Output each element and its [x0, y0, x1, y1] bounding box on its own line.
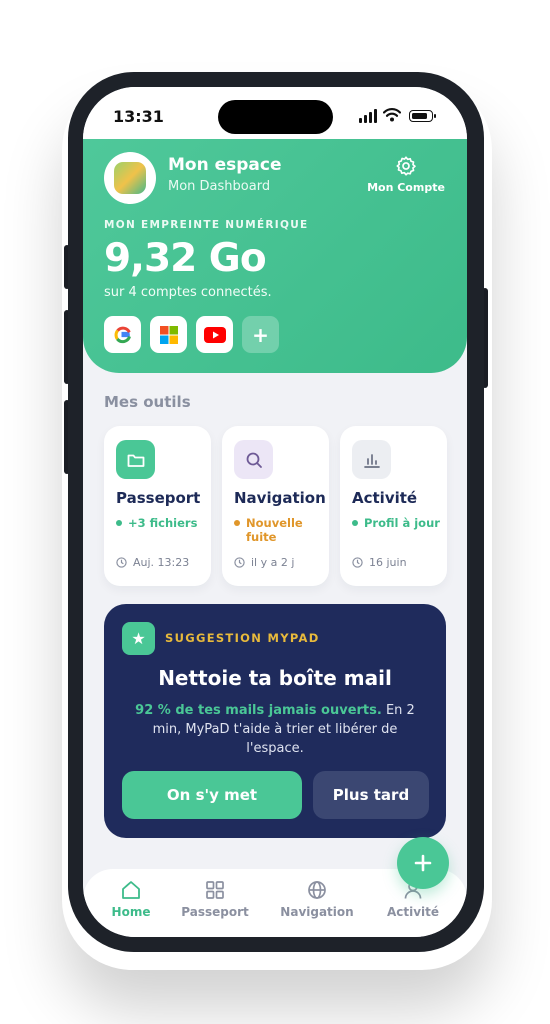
later-button[interactable]: Plus tard: [313, 771, 429, 819]
status-time: 13:31: [113, 107, 164, 126]
grid-icon: [206, 881, 224, 899]
footprint-value: 9,32 Go: [104, 236, 267, 281]
tools-list: Passeport +3 fichiers Auj. 13:23 Navigat…: [104, 426, 447, 586]
status-bar: 13:31: [83, 87, 467, 139]
avatar[interactable]: [104, 152, 156, 204]
account-button[interactable]: Mon Compte: [358, 155, 454, 194]
gear-icon: [396, 156, 416, 176]
provider-google[interactable]: [104, 316, 141, 353]
tool-time-text: 16 juin: [369, 556, 407, 569]
page-subtitle: Mon Dashboard: [168, 179, 271, 194]
add-provider-button[interactable]: +: [242, 316, 279, 353]
folder-icon: [116, 440, 155, 479]
suggestion-body: 92 % de tes mails jamais ouverts. En 2 m…: [130, 701, 420, 758]
header-card: Mon espace Mon Dashboard Mon Compte MON …: [83, 139, 467, 373]
provider-list: +: [104, 316, 279, 353]
accept-suggestion-button[interactable]: On s'y met: [122, 771, 302, 819]
clock-icon: [116, 557, 127, 568]
provider-microsoft[interactable]: [150, 316, 187, 353]
tab-label: Activité: [386, 905, 440, 919]
clock-icon: [352, 557, 363, 568]
plus-icon: [414, 854, 432, 872]
tab-passeport[interactable]: Passeport: [167, 879, 263, 919]
home-icon: [122, 881, 140, 899]
phone-screen: 13:31 Mon espace Mon Dashboard Mon Compt…: [83, 87, 467, 937]
tool-card-passeport[interactable]: Passeport +3 fichiers Auj. 13:23: [104, 426, 211, 586]
suggestion-title: Nettoie ta boîte mail: [158, 666, 392, 690]
battery-icon: [409, 110, 436, 122]
dynamic-island: [218, 100, 333, 134]
tool-name: Navigation: [234, 489, 326, 507]
tool-time: Auj. 13:23: [116, 556, 189, 569]
tab-label: Navigation: [280, 905, 354, 919]
footprint-label: MON EMPREINTE NUMÉRIQUE: [104, 219, 309, 231]
tool-time-text: Auj. 13:23: [133, 556, 190, 569]
account-label: Mon Compte: [367, 181, 445, 194]
tool-name: Passeport: [116, 489, 201, 507]
section-title: Mes outils: [104, 393, 191, 411]
tab-navigation[interactable]: Navigation: [269, 879, 365, 919]
suggestion-card: ★ SUGGESTION MYPAD Nettoie ta boîte mail…: [104, 604, 446, 838]
tab-label: Passeport: [181, 905, 249, 919]
footprint-subtitle: sur 4 comptes connectés.: [104, 285, 272, 300]
bar-chart-icon: [352, 440, 391, 479]
add-button[interactable]: [397, 837, 449, 889]
tab-home[interactable]: Home: [83, 879, 179, 919]
wifi-icon: [383, 108, 401, 122]
suggestion-highlight: 92 % de tes mails jamais ouverts.: [135, 703, 382, 718]
microsoft-icon: [159, 325, 178, 344]
signal-icon: [359, 109, 377, 123]
tool-card-navigation[interactable]: Navigation Nouvelle fuite il y a 2 j: [222, 426, 329, 586]
page-title: Mon espace: [168, 155, 282, 175]
globe-icon: [308, 881, 326, 899]
search-icon: [234, 440, 273, 479]
suggestion-tag: SUGGESTION MYPAD: [165, 631, 320, 645]
tool-time-text: il y a 2 j: [251, 556, 295, 569]
tab-label: Home: [111, 905, 151, 919]
provider-youtube[interactable]: [196, 316, 233, 353]
tool-time: 16 juin: [352, 556, 407, 569]
youtube-icon: [203, 326, 226, 343]
google-icon: [114, 326, 131, 343]
clock-icon: [234, 557, 245, 568]
tool-time: il y a 2 j: [234, 556, 294, 569]
tool-card-activite[interactable]: Activité Profil à jour 16 juin: [340, 426, 447, 586]
star-icon: ★: [122, 622, 155, 655]
tool-status: +3 fichiers: [116, 516, 206, 530]
tool-name: Activité: [352, 489, 418, 507]
tool-status: Profil à jour: [352, 516, 442, 530]
avatar-image: [114, 162, 146, 194]
tool-status: Nouvelle fuite: [234, 516, 324, 544]
